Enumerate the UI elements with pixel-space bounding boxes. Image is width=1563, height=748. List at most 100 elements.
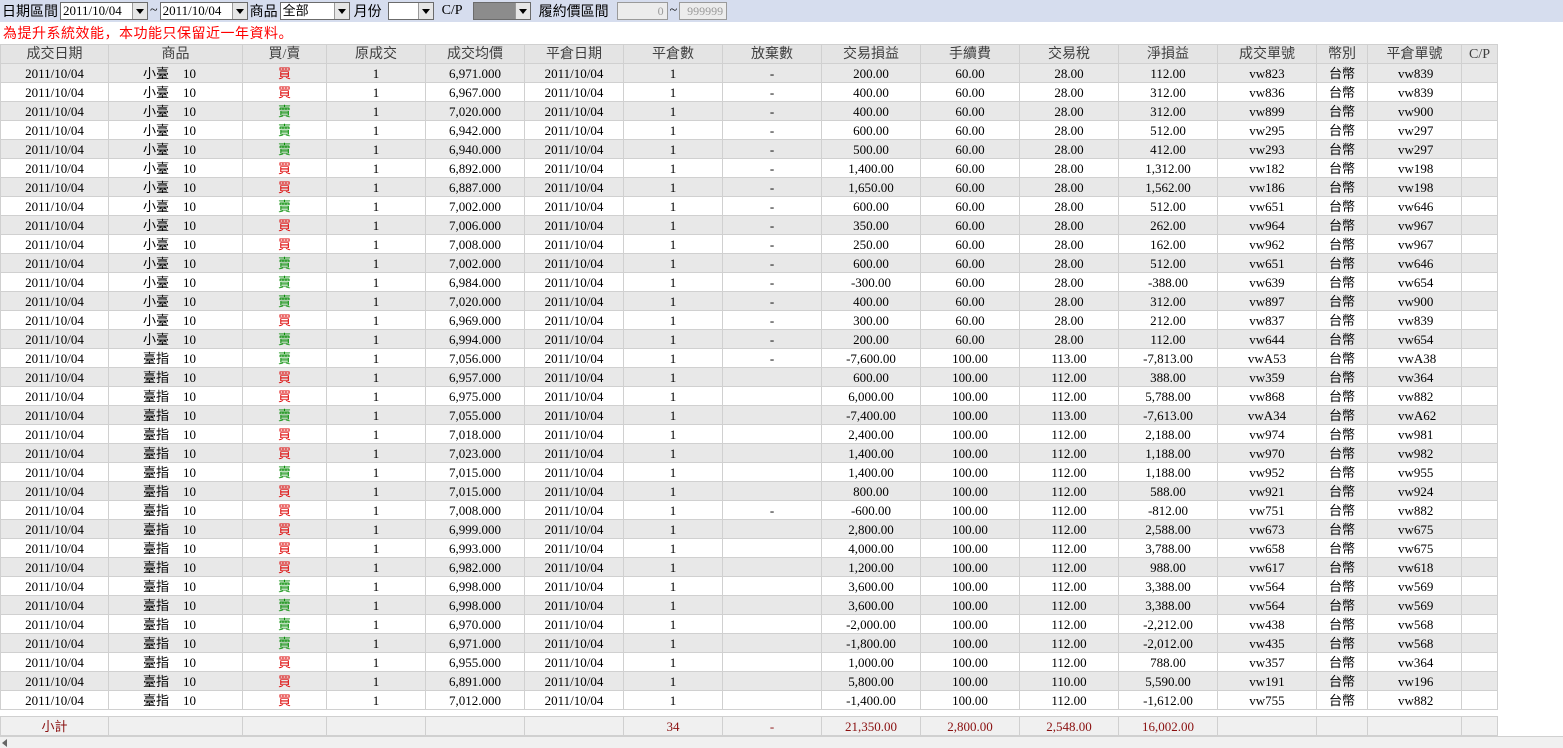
trade-date-cell: 2011/10/04 [0, 614, 109, 634]
table-row[interactable]: 2011/10/04 臺指 10 賣 1 6,998.000 2011/10/04 1 3,60… [0, 595, 1498, 615]
side-cell: 買 [242, 234, 327, 254]
table-row[interactable]: 2011/10/04 小臺 10 賣 1 7,020.000 2011/10/04 1-400… [0, 101, 1498, 121]
product-name: 小臺 [143, 141, 170, 157]
table-row[interactable]: 2011/10/04 小臺 10 買 1 6,969.000 2011/10/04 1-300… [0, 310, 1498, 330]
date-from-select[interactable]: 2011/10/04 [60, 2, 148, 20]
column-header[interactable]: 放棄數 [722, 44, 822, 64]
table-row[interactable]: 2011/10/04 小臺 10 賣 1 7,020.000 2011/10/04 1-400… [0, 291, 1498, 311]
order-no-cell: vw755 [1217, 690, 1317, 710]
column-header[interactable]: 交易損益 [821, 44, 921, 64]
column-header[interactable]: C/P [1461, 44, 1498, 64]
trade-pnl-cell: 600.00 [821, 367, 921, 387]
close-date-cell: 2011/10/04 [524, 462, 624, 482]
side-cell: 賣 [242, 196, 327, 216]
table-row[interactable]: 2011/10/04 臺指 10 買 1 6,957.000 2011/10/04 1 600.… [0, 367, 1498, 387]
net-pnl-cell: -2,012.00 [1118, 633, 1218, 653]
table-row[interactable]: 2011/10/04 臺指 10 買 1 6,993.000 2011/10/04 1 4,00… [0, 538, 1498, 558]
chevron-down-icon[interactable] [333, 3, 349, 19]
chevron-down-icon[interactable] [132, 3, 147, 19]
net-pnl-cell: 512.00 [1118, 196, 1218, 216]
table-row[interactable]: 2011/10/04 臺指 10 賣 1 7,015.000 2011/10/04 1 1,40… [0, 462, 1498, 482]
product-name: 臺指 [143, 350, 170, 366]
column-header[interactable]: 平倉日期 [524, 44, 624, 64]
table-row[interactable]: 2011/10/04 小臺 10 買 1 6,967.000 2011/10/04 1-400… [0, 82, 1498, 102]
trade-pnl-cell: 600.00 [821, 196, 921, 216]
tax-cell: 28.00 [1019, 101, 1119, 121]
fee-cell: 60.00 [920, 253, 1020, 273]
table-row[interactable]: 2011/10/04 小臺 10 賣 1 7,002.000 2011/10/04 1-600… [0, 196, 1498, 216]
column-header[interactable]: 成交單號 [1217, 44, 1317, 64]
orig-qty-cell: 1 [326, 158, 426, 178]
column-header[interactable]: 平倉數 [623, 44, 723, 64]
orig-qty-cell: 1 [326, 139, 426, 159]
date-to-select[interactable]: 2011/10/04 [159, 2, 248, 20]
table-row[interactable]: 2011/10/04 臺指 10 買 1 7,008.000 2011/10/04 1- -60… [0, 500, 1498, 520]
table-row[interactable]: 2011/10/04 臺指 10 買 1 6,955.000 2011/10/04 1 1,00… [0, 652, 1498, 672]
chevron-down-icon[interactable] [514, 3, 530, 19]
cp-cell [1461, 234, 1498, 254]
product-cell: 臺指 10 [108, 481, 243, 501]
close-date-cell: 2011/10/04 [524, 310, 624, 330]
strike-from-input[interactable]: 0 [616, 2, 668, 20]
table-row[interactable]: 2011/10/04 小臺 10 賣 1 6,994.000 2011/10/04 1-200… [0, 329, 1498, 349]
product-month: 10 [183, 559, 196, 575]
column-header[interactable]: 原成交 [326, 44, 426, 64]
scroll-left-icon[interactable] [2, 739, 7, 747]
close-date-cell: 2011/10/04 [524, 557, 624, 577]
currency-cell: 台幣 [1316, 633, 1368, 653]
order-no-cell: vw564 [1217, 576, 1317, 596]
side-cell: 賣 [242, 348, 327, 368]
month-select[interactable] [387, 2, 434, 20]
table-row[interactable]: 2011/10/04 臺指 10 買 1 6,891.000 2011/10/04 1 5,80… [0, 671, 1498, 691]
table-row[interactable]: 2011/10/04 臺指 10 賣 1 6,970.000 2011/10/04 1 -2,0… [0, 614, 1498, 634]
product-name: 小臺 [143, 122, 170, 138]
table-row[interactable]: 2011/10/04 小臺 10 買 1 7,006.000 2011/10/04 1-350… [0, 215, 1498, 235]
column-header[interactable]: 交易稅 [1019, 44, 1119, 64]
chevron-down-icon[interactable] [231, 3, 247, 19]
table-row[interactable]: 2011/10/04 小臺 10 買 1 6,892.000 2011/10/04 1-1,4… [0, 158, 1498, 178]
table-row[interactable]: 2011/10/04 臺指 10 買 1 7,023.000 2011/10/04 1 1,40… [0, 443, 1498, 463]
column-header[interactable]: 成交日期 [0, 44, 109, 64]
table-row[interactable]: 2011/10/04 小臺 10 買 1 6,887.000 2011/10/04 1-1,6… [0, 177, 1498, 197]
order-no-cell: vw897 [1217, 291, 1317, 311]
close-qty-cell: 1 [623, 405, 723, 425]
table-row[interactable]: 2011/10/04 臺指 10 買 1 6,982.000 2011/10/04 1 1,20… [0, 557, 1498, 577]
tax-cell: 112.00 [1019, 443, 1119, 463]
table-row[interactable]: 2011/10/04 臺指 10 賣 1 6,998.000 2011/10/04 1 3,60… [0, 576, 1498, 596]
chevron-down-icon[interactable] [417, 3, 433, 19]
table-row[interactable]: 2011/10/04 臺指 10 賣 1 7,056.000 2011/10/04 1- -7,… [0, 348, 1498, 368]
table-row[interactable]: 2011/10/04 小臺 10 買 1 7,008.000 2011/10/04 1-250… [0, 234, 1498, 254]
trade-pnl-cell: 400.00 [821, 291, 921, 311]
table-row[interactable]: 2011/10/04 臺指 10 賣 1 7,055.000 2011/10/04 1 -7,4… [0, 405, 1498, 425]
product-cell: 臺指 10 [108, 690, 243, 710]
column-header[interactable]: 買/賣 [242, 44, 327, 64]
orig-qty-cell: 1 [326, 291, 426, 311]
table-row[interactable]: 2011/10/04 臺指 10 買 1 7,015.000 2011/10/04 1 800.… [0, 481, 1498, 501]
column-header[interactable]: 平倉單號 [1367, 44, 1462, 64]
table-row[interactable]: 2011/10/04 臺指 10 買 1 7,012.000 2011/10/04 1 -1,4… [0, 690, 1498, 710]
net-pnl-cell: 262.00 [1118, 215, 1218, 235]
table-row[interactable]: 2011/10/04 小臺 10 賣 1 6,942.000 2011/10/04 1-600… [0, 120, 1498, 140]
table-row[interactable]: 2011/10/04 小臺 10 賣 1 7,002.000 2011/10/04 1-600… [0, 253, 1498, 273]
horizontal-scrollbar[interactable] [0, 736, 1563, 748]
cp-select[interactable] [472, 2, 531, 20]
table-row[interactable]: 2011/10/04 小臺 10 賣 1 6,984.000 2011/10/04 1- -30… [0, 272, 1498, 292]
table-row[interactable]: 2011/10/04 臺指 10 買 1 6,975.000 2011/10/04 1 6,00… [0, 386, 1498, 406]
table-row[interactable]: 2011/10/04 臺指 10 賣 1 6,971.000 2011/10/04 1 -1,8… [0, 633, 1498, 653]
table-row[interactable]: 2011/10/04 臺指 10 買 1 7,018.000 2011/10/04 1 2,40… [0, 424, 1498, 444]
order-no-cell: vw673 [1217, 519, 1317, 539]
product-select[interactable]: 全部 [279, 2, 350, 20]
net-pnl-cell: 412.00 [1118, 139, 1218, 159]
column-header[interactable]: 幣別 [1316, 44, 1368, 64]
currency-cell: 台幣 [1316, 348, 1368, 368]
table-row[interactable]: 2011/10/04 小臺 10 賣 1 6,940.000 2011/10/04 1-500… [0, 139, 1498, 159]
column-header[interactable]: 淨損益 [1118, 44, 1218, 64]
column-header[interactable]: 手續費 [920, 44, 1020, 64]
table-row[interactable]: 2011/10/04 小臺 10 買 1 6,971.000 2011/10/04 1-200… [0, 63, 1498, 83]
column-header[interactable]: 商品 [108, 44, 243, 64]
strike-to-input[interactable]: 999999 [679, 2, 728, 20]
net-pnl-cell: 2,588.00 [1118, 519, 1218, 539]
tax-cell: 112.00 [1019, 576, 1119, 596]
table-row[interactable]: 2011/10/04 臺指 10 買 1 6,999.000 2011/10/04 1 2,80… [0, 519, 1498, 539]
column-header[interactable]: 成交均價 [425, 44, 525, 64]
